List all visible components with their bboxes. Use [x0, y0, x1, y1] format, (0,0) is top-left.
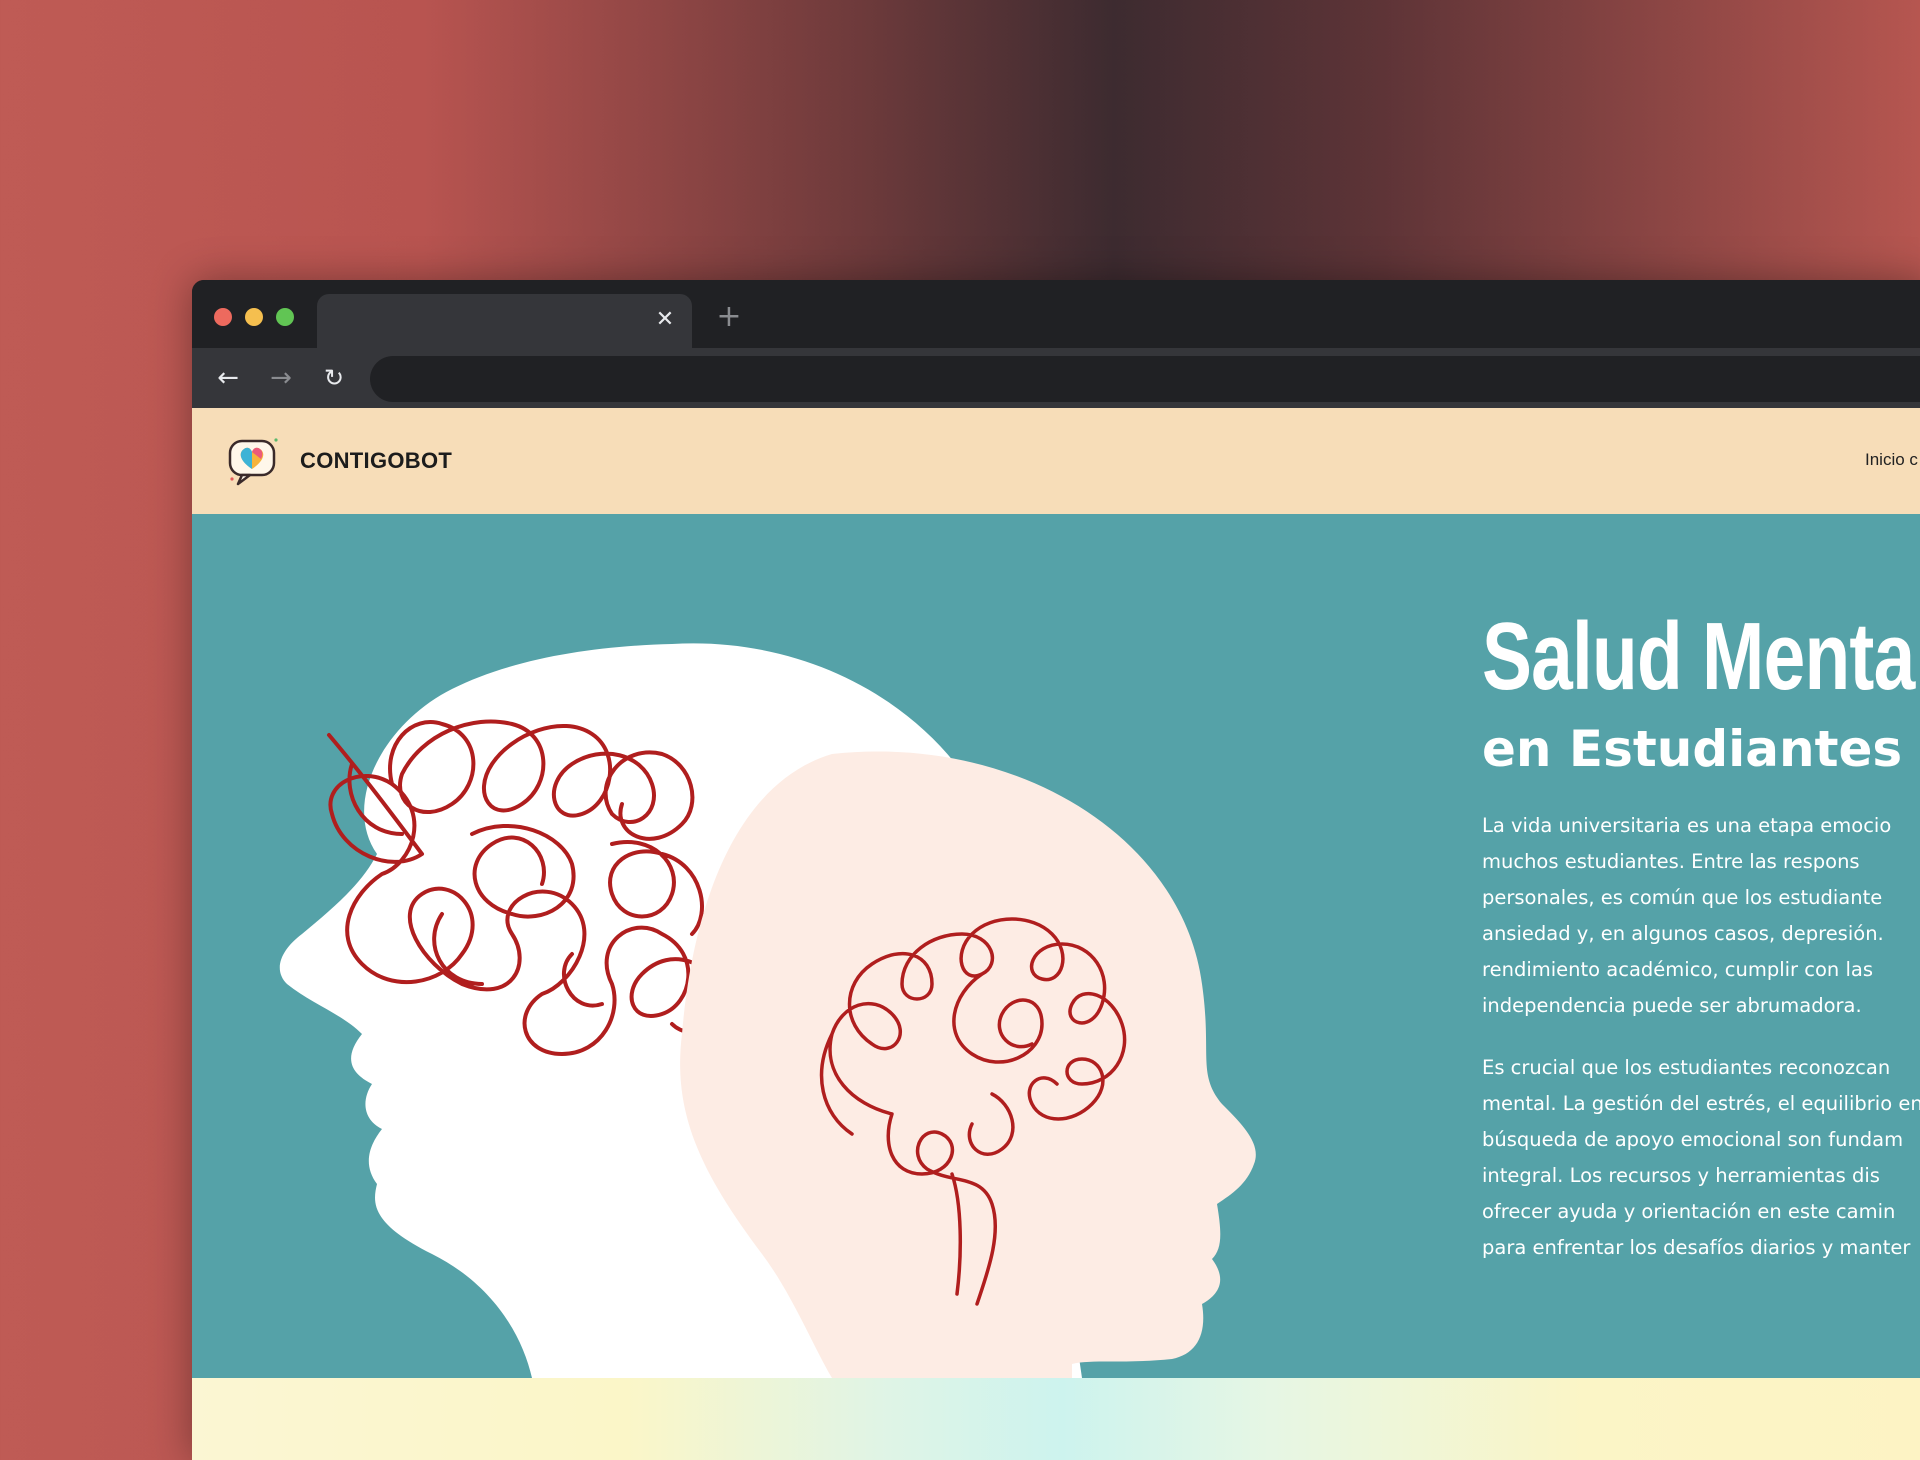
hero-subtitle: en Estudiantes U [1482, 720, 1920, 778]
paragraph-line: Es crucial que los estudiantes reconozca… [1482, 1056, 1891, 1079]
site-header: CONTIGOBOT Inicio c [192, 408, 1920, 514]
brand-name[interactable]: CONTIGOBOT [300, 448, 452, 474]
hero-paragraph-2: Es crucial que los estudiantes reconozca… [1482, 1050, 1920, 1266]
paragraph-line: ofrecer ayuda y orientación en este cami… [1482, 1200, 1896, 1223]
heads-illustration [279, 643, 1256, 1378]
hero-paragraph-1: La vida universitaria es una etapa emoci… [1482, 808, 1920, 1024]
plus-icon[interactable]: + [714, 302, 744, 332]
maximize-window-button[interactable] [276, 308, 294, 326]
address-bar[interactable] [370, 356, 1920, 402]
browser-toolbar: ← → ↻ [192, 348, 1920, 408]
next-section-preview [192, 1378, 1920, 1460]
hero-section: Salud Menta en Estudiantes U La vida uni… [192, 514, 1920, 1378]
paragraph-line: muchos estudiantes. Entre las respons [1482, 850, 1860, 873]
paragraph-line: integral. Los recursos y herramientas di… [1482, 1164, 1880, 1187]
forward-arrow-icon[interactable]: → [265, 362, 297, 394]
close-window-button[interactable] [214, 308, 232, 326]
web-page: CONTIGOBOT Inicio c Salud Menta en Estud… [192, 408, 1920, 1460]
nav-link-inicio[interactable]: Inicio c [1865, 450, 1918, 470]
browser-titlebar: ✕ + [192, 280, 1920, 348]
browser-tab[interactable]: ✕ [317, 294, 692, 348]
browser-window: ✕ + ← → ↻ CONTIGOBOT Inicio c Salud Ment… [192, 280, 1920, 1460]
paragraph-line: personales, es común que los estudiante [1482, 886, 1883, 909]
paragraph-line: rendimiento académico, cumplir con las [1482, 958, 1873, 981]
back-arrow-icon[interactable]: ← [212, 362, 244, 394]
paragraph-line: ansiedad y, en algunos casos, depresión. [1482, 922, 1884, 945]
minimize-window-button[interactable] [245, 308, 263, 326]
paragraph-line: búsqueda de apoyo emocional son fundam [1482, 1128, 1904, 1151]
paragraph-line: para enfrentar los desafíos diarios y ma… [1482, 1236, 1911, 1259]
paragraph-line: mental. La gestión del estrés, el equili… [1482, 1092, 1920, 1115]
paragraph-line: La vida universitaria es una etapa emoci… [1482, 814, 1892, 837]
paragraph-line: independencia puede ser abrumadora. [1482, 994, 1862, 1017]
hero-title: Salud Menta [1482, 603, 1915, 710]
heart-chat-logo-icon[interactable] [226, 435, 280, 489]
close-icon[interactable]: ✕ [652, 307, 678, 333]
reload-icon[interactable]: ↻ [318, 362, 350, 394]
